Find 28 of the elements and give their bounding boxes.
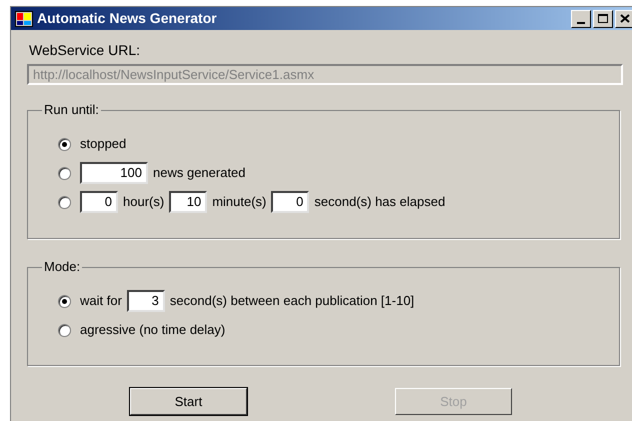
window-title: Automatic News Generator [37, 9, 217, 28]
radio-button[interactable] [58, 166, 71, 180]
option-label: minute(s) [212, 193, 266, 212]
number-field[interactable]: 10 [169, 191, 208, 213]
number-field[interactable]: 0 [271, 191, 310, 213]
app-icon [15, 10, 33, 26]
number-field[interactable]: 100 [80, 162, 148, 184]
number-field[interactable]: 3 [126, 290, 165, 312]
action-button[interactable]: Start [130, 388, 247, 415]
radio-button[interactable] [58, 294, 71, 308]
option-label: second(s) has elapsed [314, 193, 446, 212]
close-button[interactable] [615, 10, 632, 28]
option-label: stopped [80, 135, 126, 154]
option-label: agressive (no time delay) [80, 321, 226, 340]
radio-button[interactable] [58, 324, 71, 336]
minimize-button[interactable] [571, 10, 591, 28]
radio-button[interactable] [58, 196, 71, 208]
url-label: WebService URL: [29, 41, 142, 60]
number-field[interactable]: 0 [80, 191, 118, 213]
minimize-icon [577, 22, 585, 24]
option-label: news generated [153, 164, 246, 182]
option-label: wait for [80, 292, 122, 310]
maximize-icon [598, 14, 608, 23]
option-label: second(s) between each publication [1-10] [170, 292, 414, 310]
maximize-button[interactable] [593, 10, 613, 28]
radio-button[interactable] [58, 138, 71, 150]
option-label: hour(s) [123, 193, 164, 212]
close-icon [620, 14, 630, 23]
